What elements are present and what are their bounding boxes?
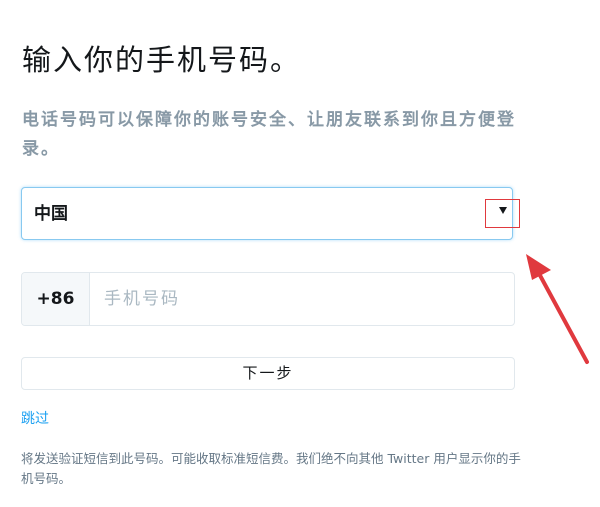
country-select[interactable]: 中国 xyxy=(21,187,520,240)
next-step-button[interactable]: 下一步 xyxy=(21,357,515,390)
country-select-value: 中国 xyxy=(34,204,68,224)
dropdown-arrow-icon[interactable] xyxy=(499,207,507,214)
annotation-highlight-box[interactable] xyxy=(485,199,520,228)
page-subtitle: 电话号码可以保障你的账号安全、让朋友联系到你且方便登录。 xyxy=(22,110,516,159)
skip-link[interactable]: 跳过 xyxy=(21,409,49,429)
sms-disclaimer: 将发送验证短信到此号码。可能收取标准短信费。我们绝不向其他 Twitter 用户… xyxy=(21,451,521,486)
country-code-prefix: +86 xyxy=(22,273,90,325)
phone-number-row: +86 xyxy=(21,272,515,326)
page-title: 输入你的手机号码。 xyxy=(22,43,302,77)
phone-number-input[interactable] xyxy=(90,273,514,325)
